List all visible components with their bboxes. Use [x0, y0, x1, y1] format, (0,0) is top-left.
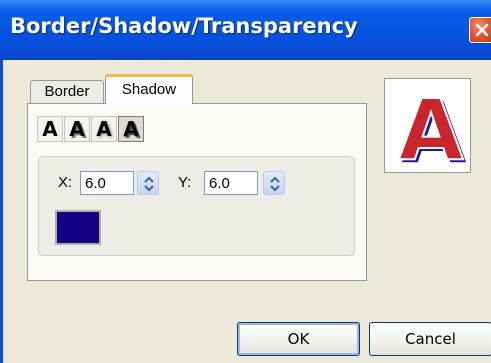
tab-shadow-label: Shadow	[121, 81, 177, 98]
spin-updown-icon	[144, 176, 154, 192]
y-offset-spinner[interactable]	[263, 171, 285, 195]
cancel-button[interactable]: Cancel	[369, 322, 491, 356]
close-icon	[475, 23, 489, 37]
shadow-style-soft-button[interactable]: A	[91, 116, 117, 142]
shadow-color-swatch[interactable]	[55, 210, 101, 245]
tab-border-label: Border	[44, 83, 90, 100]
shadow-none-icon: A	[42, 117, 58, 141]
preview-box: A A	[384, 78, 471, 173]
svg-text:A: A	[398, 85, 463, 167]
tab-border[interactable]: Border	[30, 80, 104, 104]
close-button[interactable]	[469, 17, 491, 43]
window-frame	[0, 60, 3, 363]
ok-button[interactable]: OK	[237, 322, 360, 356]
x-offset-spinner[interactable]	[137, 171, 159, 195]
shadow-offset-icon: A	[69, 117, 85, 141]
x-offset-input[interactable]	[80, 171, 134, 195]
shadow-style-none-button[interactable]: A	[37, 116, 63, 142]
x-offset-label: X:	[58, 174, 73, 191]
title-bar[interactable]: Border/Shadow/Transparency	[0, 0, 491, 60]
tab-shadow[interactable]: Shadow	[105, 74, 193, 104]
preview-glyph: A A	[397, 85, 466, 167]
window-title: Border/Shadow/Transparency	[10, 14, 358, 38]
shadow-style-3d-button[interactable]: A	[118, 116, 144, 142]
spin-updown-icon	[270, 176, 280, 192]
shadow-3d-icon: A	[123, 117, 139, 141]
y-offset-input[interactable]	[204, 171, 258, 195]
shadow-style-offset-button[interactable]: A	[64, 116, 90, 142]
shadow-soft-icon: A	[96, 117, 112, 141]
y-offset-label: Y:	[178, 174, 192, 191]
